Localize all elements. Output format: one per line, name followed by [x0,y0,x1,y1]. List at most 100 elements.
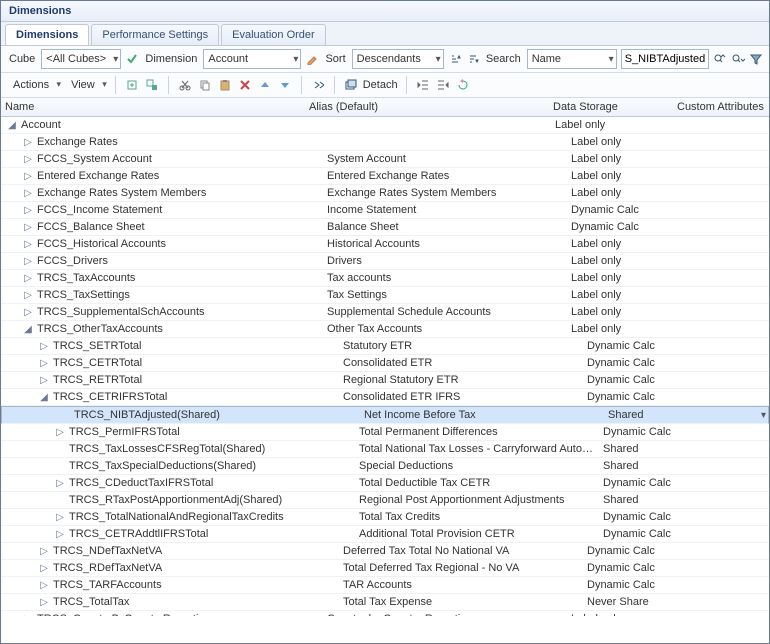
node-name[interactable]: TRCS_CETRIFRSTotal [53,391,167,403]
tree-row[interactable]: TRCS_TaxSpecialDeductions(Shared)Special… [1,458,769,475]
node-name[interactable]: TRCS_RETRTotal [53,374,142,386]
collapse-icon[interactable] [257,77,273,93]
outdent-icon[interactable] [415,77,431,93]
copy-icon[interactable] [197,77,213,93]
tree-row[interactable]: ▷TRCS_TARFAccountsTAR AccountsDynamic Ca… [1,577,769,594]
tree-row[interactable]: ▷Entered Exchange RatesEntered Exchange … [1,168,769,185]
cube-go-icon[interactable] [125,51,139,67]
node-name[interactable]: Account [21,119,61,131]
expand-toggle-icon[interactable]: ▷ [39,563,49,574]
indent-icon[interactable] [435,77,451,93]
expand-toggle-icon[interactable]: ▷ [23,205,33,216]
node-name[interactable]: TRCS_PermIFRSTotal [69,426,180,438]
sort-select[interactable]: Descendants [352,49,444,69]
search-input[interactable] [621,49,709,69]
tree-row[interactable]: ▷FCCS_Balance SheetBalance SheetDynamic … [1,219,769,236]
collapse-toggle-icon[interactable]: ◢ [23,324,33,335]
node-name[interactable]: TRCS_TotalTax [53,596,129,608]
expand-toggle-icon[interactable]: ▷ [23,171,33,182]
tree-row[interactable]: ▷FCCS_System AccountSystem AccountLabel … [1,151,769,168]
node-name[interactable]: TRCS_CETRAddtlIFRSTotal [69,528,208,540]
expand-toggle-icon[interactable]: ▷ [55,529,65,540]
col-alias[interactable]: Alias (Default) [305,101,549,113]
node-name[interactable]: FCCS_System Account [37,153,152,165]
tree-row[interactable]: ▷TRCS_TaxAccountsTax accountsLabel only [1,270,769,287]
tab-performance-settings[interactable]: Performance Settings [91,24,219,45]
expand-toggle-icon[interactable]: ▷ [23,290,33,301]
refresh-icon[interactable] [455,77,471,93]
cut-icon[interactable] [177,77,193,93]
tab-evaluation-order[interactable]: Evaluation Order [221,24,326,45]
detach-icon[interactable] [343,77,359,93]
search-down-icon[interactable] [731,51,745,67]
col-name[interactable]: Name [1,101,305,113]
expand-toggle-icon[interactable]: ▷ [23,188,33,199]
expand-toggle-icon[interactable]: ▷ [39,358,49,369]
expand-toggle-icon[interactable]: ▷ [55,427,65,438]
filter-icon[interactable] [749,51,763,67]
node-name[interactable]: TRCS_CETRTotal [53,357,142,369]
collapse-toggle-icon[interactable]: ◢ [7,120,17,131]
tree-row[interactable]: ▷TRCS_NDefTaxNetVADeferred Tax Total No … [1,543,769,560]
node-name[interactable]: FCCS_Drivers [37,255,108,267]
tree-row[interactable]: ▷TRCS_CDeductTaxIFRSTotalTotal Deductibl… [1,475,769,492]
tree-row[interactable]: TRCS_TaxLossesCFSRegTotal(Shared)Total N… [1,441,769,458]
expand-icon[interactable] [277,77,293,93]
node-name[interactable]: TRCS_TaxSettings [37,289,130,301]
tree-row[interactable]: TRCS_RTaxPostApportionmentAdj(Shared)Reg… [1,492,769,509]
node-name[interactable]: FCCS_Historical Accounts [37,238,166,250]
tree-row[interactable]: TRCS_NIBTAdjusted(Shared)Net Income Befo… [1,406,769,424]
node-name[interactable]: Entered Exchange Rates [37,170,159,182]
search-field-select[interactable]: Name [527,49,617,69]
expand-toggle-icon[interactable]: ▷ [23,222,33,233]
expand-toggle-icon[interactable]: ▷ [39,597,49,608]
more-icon[interactable] [310,77,326,93]
node-name[interactable]: FCCS_Balance Sheet [37,221,145,233]
tree-row[interactable]: ▷TRCS_SETRTotalStatutory ETRDynamic Calc [1,338,769,355]
tree-row[interactable]: ◢TRCS_OtherTaxAccountsOther Tax Accounts… [1,321,769,338]
expand-toggle-icon[interactable]: ▷ [23,154,33,165]
node-name[interactable]: TRCS_NIBTAdjusted(Shared) [74,409,220,421]
expand-toggle-icon[interactable]: ▷ [39,580,49,591]
node-name[interactable]: TRCS_CountryByCountryReporting [37,613,211,616]
sort-desc-icon[interactable] [466,51,480,67]
tree-row[interactable]: ▷TRCS_SupplementalSchAccountsSupplementa… [1,304,769,321]
tree-row[interactable]: ▷TRCS_CETRAddtlIFRSTotalAdditional Total… [1,526,769,543]
tree-row[interactable]: ▷Exchange Rates System MembersExchange R… [1,185,769,202]
expand-toggle-icon[interactable]: ▷ [23,614,33,617]
expand-toggle-icon[interactable]: ▷ [55,512,65,523]
delete-icon[interactable] [237,77,253,93]
col-storage[interactable]: Data Storage [549,101,673,113]
node-name[interactable]: Exchange Rates System Members [37,187,206,199]
expand-toggle-icon[interactable]: ▷ [23,307,33,318]
node-name[interactable]: TRCS_TARFAccounts [53,579,162,591]
node-name[interactable]: TRCS_NDefTaxNetVA [53,545,162,557]
expand-toggle-icon[interactable]: ▷ [39,341,49,352]
paste-icon[interactable] [217,77,233,93]
node-name[interactable]: FCCS_Income Statement [37,204,162,216]
node-name[interactable]: TRCS_CDeductTaxIFRSTotal [69,477,213,489]
tree-grid[interactable]: Name Alias (Default) Data Storage Custom… [1,98,769,616]
add-sibling-icon[interactable] [124,77,140,93]
tree-row[interactable]: ◢AccountLabel only [1,117,769,134]
tree-row[interactable]: ▷TRCS_PermIFRSTotalTotal Permanent Diffe… [1,424,769,441]
view-menu[interactable]: View [65,77,107,93]
node-name[interactable]: TRCS_SETRTotal [53,340,141,352]
expand-toggle-icon[interactable]: ▷ [55,478,65,489]
tree-row[interactable]: ▷TRCS_TaxSettingsTax SettingsLabel only [1,287,769,304]
node-name[interactable]: Exchange Rates [37,136,118,148]
expand-toggle-icon[interactable]: ▷ [39,375,49,386]
add-child-icon[interactable] [144,77,160,93]
tree-row[interactable]: ▷Exchange RatesLabel only [1,134,769,151]
tree-row[interactable]: ◢TRCS_CETRIFRSTotalConsolidated ETR IFRS… [1,389,769,406]
tab-dimensions[interactable]: Dimensions [5,24,89,45]
expand-toggle-icon[interactable]: ▷ [23,137,33,148]
node-name[interactable]: TRCS_SupplementalSchAccounts [37,306,205,318]
node-name[interactable]: TRCS_RTaxPostApportionmentAdj(Shared) [69,494,282,506]
node-name[interactable]: TRCS_TaxLossesCFSRegTotal(Shared) [69,443,265,455]
expand-toggle-icon[interactable]: ▷ [23,256,33,267]
tree-row[interactable]: ▷FCCS_Historical AccountsHistorical Acco… [1,236,769,253]
actions-menu[interactable]: Actions [7,77,61,93]
collapse-toggle-icon[interactable]: ◢ [39,392,49,403]
expand-toggle-icon[interactable]: ▷ [23,239,33,250]
